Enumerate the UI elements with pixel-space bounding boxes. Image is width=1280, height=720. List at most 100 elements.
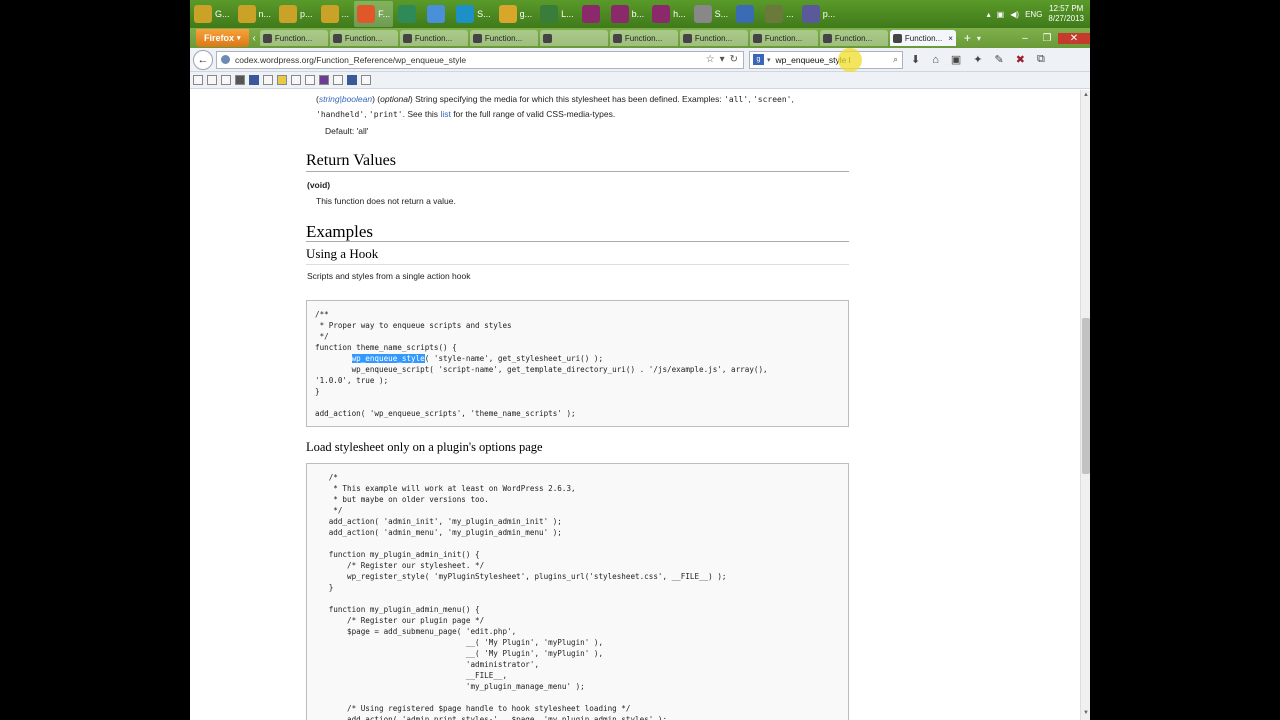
browser-tab[interactable]: Function... <box>399 30 468 46</box>
bookmark-icon[interactable] <box>207 75 217 85</box>
search-engine-icon[interactable]: g <box>753 54 764 65</box>
url-bar[interactable]: codex.wordpress.org/Function_Reference/w… <box>216 50 744 69</box>
app-icon <box>736 5 755 23</box>
taskbar-app-button[interactable]: ... <box>318 1 353 27</box>
app-icon <box>610 5 629 23</box>
menu-icon[interactable]: ⧉ <box>1037 53 1045 66</box>
taskbar-app-button[interactable]: h... <box>649 1 689 27</box>
chevron-down-icon[interactable]: ▾ <box>767 56 771 64</box>
taskbar-app-button[interactable]: F... <box>354 1 394 27</box>
scroll-down-icon[interactable]: ▼ <box>1082 710 1090 718</box>
bookmark-icon[interactable] <box>193 75 203 85</box>
tab-list-icon[interactable]: ▾ <box>977 34 981 43</box>
text: ) String specifying the media for which … <box>409 94 725 104</box>
tab-active[interactable]: Function... × <box>889 30 956 46</box>
taskbar-app-label: h... <box>673 9 686 19</box>
app-icon <box>194 5 212 23</box>
browser-tab[interactable]: Function... <box>609 30 678 46</box>
window-close-icon[interactable]: ✕ <box>1058 32 1090 44</box>
bookmark-icon[interactable] <box>291 75 301 85</box>
search-bar[interactable]: g ▾ wp_enqueue_style I ⌕ <box>749 47 903 72</box>
close-icon[interactable]: × <box>948 34 953 43</box>
volume-icon[interactable]: ◀) <box>1010 10 1019 19</box>
pen-icon[interactable]: ✎ <box>995 53 1004 66</box>
tab-title: Function... <box>274 33 313 43</box>
bookmark-icon[interactable] <box>305 75 315 85</box>
return-type: (void) <box>307 180 331 190</box>
app-icon <box>357 5 376 23</box>
taskbar-app-label: p... <box>822 9 836 19</box>
language-indicator[interactable]: ENG <box>1025 10 1042 19</box>
taskbar-app-button[interactable]: G... <box>191 1 233 27</box>
vertical-scrollbar[interactable]: ▲ ▼ <box>1080 90 1090 720</box>
wordpress-icon[interactable] <box>235 75 245 85</box>
taskbar-app-button[interactable] <box>424 1 451 27</box>
browser-tab[interactable]: Function... <box>469 30 538 46</box>
restore-icon[interactable]: ❐ <box>1036 33 1058 44</box>
tray-arrow-icon[interactable]: ▴ <box>987 10 991 19</box>
clock-date: 8/27/2013 <box>1048 14 1084 23</box>
bookmark-icon[interactable] <box>263 75 273 85</box>
reload-icon[interactable]: ↻ <box>730 54 738 65</box>
taskbar-app-button[interactable]: p... <box>799 1 839 27</box>
bookmark-icon[interactable] <box>277 75 287 85</box>
selected-text[interactable]: wp_enqueue_style <box>351 354 425 363</box>
taskbar-app-label: S... <box>477 9 491 19</box>
extension-icon[interactable]: ✦ <box>973 53 982 66</box>
facebook-icon[interactable] <box>347 75 357 85</box>
taskbar-app-button[interactable]: n... <box>235 1 275 27</box>
bookmark-star-icon[interactable]: ☆ <box>706 54 715 65</box>
browser-tab[interactable]: Function... <box>819 30 888 46</box>
bookmark-icon[interactable] <box>361 75 371 85</box>
facebook-icon[interactable] <box>249 75 259 85</box>
taskbar-app-label: S... <box>714 9 729 19</box>
scroll-up-icon[interactable]: ▲ <box>1082 92 1090 100</box>
taskbar-app-button[interactable]: b... <box>608 1 648 27</box>
text: . See this <box>402 109 441 119</box>
search-icon[interactable]: ⌕ <box>893 54 898 65</box>
home-icon[interactable]: ⌂ <box>932 54 939 66</box>
code-example: 'handheld' <box>316 110 365 119</box>
bookmark-icon[interactable] <box>221 75 231 85</box>
code-text: /* * This example will work at least on … <box>328 473 727 720</box>
text: for the full range of valid CSS-media-ty… <box>450 109 616 119</box>
browser-tab[interactable]: Function... <box>259 30 328 46</box>
search-input[interactable]: wp_enqueue_style <box>776 55 847 65</box>
bookmark-icon[interactable] <box>333 75 343 85</box>
code-example: 'screen' <box>752 95 792 104</box>
text: ) ( <box>372 94 381 104</box>
minimize-icon[interactable]: – <box>1014 33 1036 44</box>
hook-description: Scripts and styles from a single action … <box>307 271 471 281</box>
default-value: Default: 'all' <box>325 126 369 136</box>
taskbar-app-button[interactable]: ... <box>762 1 797 27</box>
bookmark-icon[interactable] <box>319 75 329 85</box>
download-icon[interactable]: ⬇ <box>911 53 920 66</box>
browser-tab[interactable] <box>539 30 608 46</box>
scrollbar-thumb[interactable] <box>1082 318 1090 474</box>
taskbar-app-button[interactable]: g... <box>496 1 536 27</box>
taskbar-app-button[interactable]: p... <box>276 1 316 27</box>
network-icon[interactable]: ▣ <box>997 10 1005 19</box>
taskbar-app-button[interactable]: S... <box>453 1 494 27</box>
taskbar-app-button[interactable] <box>395 1 422 27</box>
url-dropdown-icon[interactable]: ▾ <box>720 54 725 65</box>
taskbar-app-label: ... <box>786 9 794 19</box>
new-tab-button[interactable]: + <box>964 31 971 45</box>
addon-icon[interactable]: ✖ <box>1016 53 1025 66</box>
back-button[interactable]: ← <box>193 49 213 70</box>
browser-tab[interactable]: Function... <box>749 30 818 46</box>
taskbar-app-button[interactable] <box>579 1 606 27</box>
type-link[interactable]: string|boolean <box>319 94 372 104</box>
taskbar-app-button[interactable]: S... <box>691 1 732 27</box>
media-types-link[interactable]: list <box>440 109 450 119</box>
clock-time: 12:57 PM <box>1049 4 1084 13</box>
browser-tab[interactable]: Function... <box>329 30 398 46</box>
taskbar-app-button[interactable] <box>733 1 760 27</box>
return-values-heading: Return Values <box>306 152 849 172</box>
screenshot-icon[interactable]: ▣ <box>951 53 961 66</box>
firefox-menu-button[interactable]: Firefox ▾ <box>196 29 249 47</box>
clock[interactable]: 12:57 PM 8/27/2013 <box>1048 4 1084 24</box>
tab-scroll-left-icon[interactable]: ‹ <box>253 33 256 44</box>
browser-tab[interactable]: Function... <box>679 30 748 46</box>
taskbar-app-button[interactable]: L... <box>537 1 577 27</box>
